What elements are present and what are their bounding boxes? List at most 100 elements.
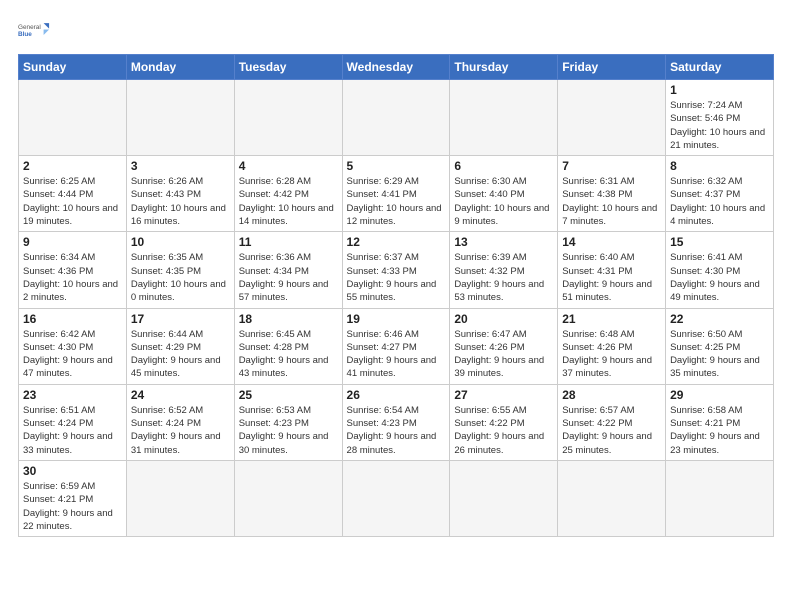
day-cell: 11 Sunrise: 6:36 AM Sunset: 4:34 PM Dayli… — [234, 232, 342, 308]
day-info: Sunrise: 6:51 AM Sunset: 4:24 PM Dayligh… — [23, 404, 122, 457]
day-cell: 15 Sunrise: 6:41 AM Sunset: 4:30 PM Dayli… — [666, 232, 774, 308]
day-cell: 12 Sunrise: 6:37 AM Sunset: 4:33 PM Dayli… — [342, 232, 450, 308]
col-header-monday: Monday — [126, 55, 234, 80]
day-cell — [450, 80, 558, 156]
col-header-tuesday: Tuesday — [234, 55, 342, 80]
day-number: 29 — [670, 388, 769, 402]
day-cell: 18 Sunrise: 6:45 AM Sunset: 4:28 PM Dayli… — [234, 308, 342, 384]
day-info: Sunrise: 6:54 AM Sunset: 4:23 PM Dayligh… — [347, 404, 446, 457]
day-cell: 5Sunrise: 6:29 AM Sunset: 4:41 PM Daylig… — [342, 156, 450, 232]
calendar: SundayMondayTuesdayWednesdayThursdayFrid… — [18, 54, 774, 537]
week-row-2: 9 Sunrise: 6:34 AM Sunset: 4:36 PM Daylig… — [19, 232, 774, 308]
day-cell — [666, 460, 774, 536]
day-info: Sunrise: 6:45 AM Sunset: 4:28 PM Dayligh… — [239, 328, 338, 381]
day-info: Sunrise: 6:53 AM Sunset: 4:23 PM Dayligh… — [239, 404, 338, 457]
day-number: 1 — [670, 83, 769, 97]
day-cell: 23 Sunrise: 6:51 AM Sunset: 4:24 PM Dayli… — [19, 384, 127, 460]
day-cell — [234, 460, 342, 536]
day-cell — [558, 80, 666, 156]
svg-text:Blue: Blue — [18, 31, 32, 38]
day-number: 8 — [670, 159, 769, 173]
day-info: Sunrise: 6:44 AM Sunset: 4:29 PM Dayligh… — [131, 328, 230, 381]
day-info: Sunrise: 6:31 AM Sunset: 4:38 PM Dayligh… — [562, 175, 661, 228]
day-info: Sunrise: 6:48 AM Sunset: 4:26 PM Dayligh… — [562, 328, 661, 381]
day-number: 21 — [562, 312, 661, 326]
day-number: 19 — [347, 312, 446, 326]
logo: GeneralBlue — [18, 16, 50, 44]
day-number: 11 — [239, 235, 338, 249]
day-cell: 21 Sunrise: 6:48 AM Sunset: 4:26 PM Dayli… — [558, 308, 666, 384]
logo-icon: GeneralBlue — [18, 16, 50, 44]
day-number: 9 — [23, 235, 122, 249]
day-cell: 6Sunrise: 6:30 AM Sunset: 4:40 PM Daylig… — [450, 156, 558, 232]
day-cell: 20 Sunrise: 6:47 AM Sunset: 4:26 PM Dayli… — [450, 308, 558, 384]
day-info: Sunrise: 6:41 AM Sunset: 4:30 PM Dayligh… — [670, 251, 769, 304]
day-number: 4 — [239, 159, 338, 173]
day-info: Sunrise: 6:35 AM Sunset: 4:35 PM Dayligh… — [131, 251, 230, 304]
day-cell: 26 Sunrise: 6:54 AM Sunset: 4:23 PM Dayli… — [342, 384, 450, 460]
day-cell: 25Sunrise: 6:53 AM Sunset: 4:23 PM Dayli… — [234, 384, 342, 460]
day-info: Sunrise: 6:40 AM Sunset: 4:31 PM Dayligh… — [562, 251, 661, 304]
day-number: 24 — [131, 388, 230, 402]
day-cell: 10 Sunrise: 6:35 AM Sunset: 4:35 PM Dayli… — [126, 232, 234, 308]
col-header-thursday: Thursday — [450, 55, 558, 80]
day-cell — [342, 460, 450, 536]
day-number: 15 — [670, 235, 769, 249]
day-info: Sunrise: 6:26 AM Sunset: 4:43 PM Dayligh… — [131, 175, 230, 228]
week-row-0: 1 Sunrise: 7:24 AM Sunset: 5:46 PM Daylig… — [19, 80, 774, 156]
day-cell: 4 Sunrise: 6:28 AM Sunset: 4:42 PM Daylig… — [234, 156, 342, 232]
day-info: Sunrise: 6:32 AM Sunset: 4:37 PM Dayligh… — [670, 175, 769, 228]
day-info: Sunrise: 6:57 AM Sunset: 4:22 PM Dayligh… — [562, 404, 661, 457]
day-cell: 8 Sunrise: 6:32 AM Sunset: 4:37 PM Daylig… — [666, 156, 774, 232]
day-cell: 9 Sunrise: 6:34 AM Sunset: 4:36 PM Daylig… — [19, 232, 127, 308]
header-row: SundayMondayTuesdayWednesdayThursdayFrid… — [19, 55, 774, 80]
week-row-5: 30 Sunrise: 6:59 AM Sunset: 4:21 PM Dayli… — [19, 460, 774, 536]
week-row-3: 16Sunrise: 6:42 AM Sunset: 4:30 PM Dayli… — [19, 308, 774, 384]
day-number: 18 — [239, 312, 338, 326]
day-number: 7 — [562, 159, 661, 173]
day-info: Sunrise: 6:58 AM Sunset: 4:21 PM Dayligh… — [670, 404, 769, 457]
col-header-friday: Friday — [558, 55, 666, 80]
day-number: 17 — [131, 312, 230, 326]
day-number: 12 — [347, 235, 446, 249]
page: GeneralBlue SundayMondayTuesdayWednesday… — [0, 0, 792, 549]
col-header-wednesday: Wednesday — [342, 55, 450, 80]
day-number: 10 — [131, 235, 230, 249]
day-info: Sunrise: 6:28 AM Sunset: 4:42 PM Dayligh… — [239, 175, 338, 228]
week-row-1: 2Sunrise: 6:25 AM Sunset: 4:44 PM Daylig… — [19, 156, 774, 232]
day-number: 23 — [23, 388, 122, 402]
day-cell: 1 Sunrise: 7:24 AM Sunset: 5:46 PM Daylig… — [666, 80, 774, 156]
day-cell: 22Sunrise: 6:50 AM Sunset: 4:25 PM Dayli… — [666, 308, 774, 384]
day-info: Sunrise: 6:25 AM Sunset: 4:44 PM Dayligh… — [23, 175, 122, 228]
day-cell: 17 Sunrise: 6:44 AM Sunset: 4:29 PM Dayli… — [126, 308, 234, 384]
day-cell: 29 Sunrise: 6:58 AM Sunset: 4:21 PM Dayli… — [666, 384, 774, 460]
day-cell — [450, 460, 558, 536]
day-cell — [342, 80, 450, 156]
day-info: Sunrise: 6:52 AM Sunset: 4:24 PM Dayligh… — [131, 404, 230, 457]
day-number: 30 — [23, 464, 122, 478]
day-cell — [126, 80, 234, 156]
day-number: 14 — [562, 235, 661, 249]
day-info: Sunrise: 6:59 AM Sunset: 4:21 PM Dayligh… — [23, 480, 122, 533]
day-number: 20 — [454, 312, 553, 326]
day-info: Sunrise: 6:42 AM Sunset: 4:30 PM Dayligh… — [23, 328, 122, 381]
day-cell: 2Sunrise: 6:25 AM Sunset: 4:44 PM Daylig… — [19, 156, 127, 232]
day-cell: 14 Sunrise: 6:40 AM Sunset: 4:31 PM Dayli… — [558, 232, 666, 308]
day-info: Sunrise: 7:24 AM Sunset: 5:46 PM Dayligh… — [670, 99, 769, 152]
day-info: Sunrise: 6:29 AM Sunset: 4:41 PM Dayligh… — [347, 175, 446, 228]
day-number: 13 — [454, 235, 553, 249]
day-info: Sunrise: 6:34 AM Sunset: 4:36 PM Dayligh… — [23, 251, 122, 304]
header: GeneralBlue — [18, 16, 774, 44]
day-number: 22 — [670, 312, 769, 326]
day-info: Sunrise: 6:30 AM Sunset: 4:40 PM Dayligh… — [454, 175, 553, 228]
col-header-saturday: Saturday — [666, 55, 774, 80]
day-number: 26 — [347, 388, 446, 402]
day-info: Sunrise: 6:36 AM Sunset: 4:34 PM Dayligh… — [239, 251, 338, 304]
day-cell: 30 Sunrise: 6:59 AM Sunset: 4:21 PM Dayli… — [19, 460, 127, 536]
week-row-4: 23 Sunrise: 6:51 AM Sunset: 4:24 PM Dayli… — [19, 384, 774, 460]
svg-text:General: General — [18, 24, 41, 31]
day-cell: 16Sunrise: 6:42 AM Sunset: 4:30 PM Dayli… — [19, 308, 127, 384]
day-info: Sunrise: 6:47 AM Sunset: 4:26 PM Dayligh… — [454, 328, 553, 381]
day-info: Sunrise: 6:37 AM Sunset: 4:33 PM Dayligh… — [347, 251, 446, 304]
day-cell — [19, 80, 127, 156]
